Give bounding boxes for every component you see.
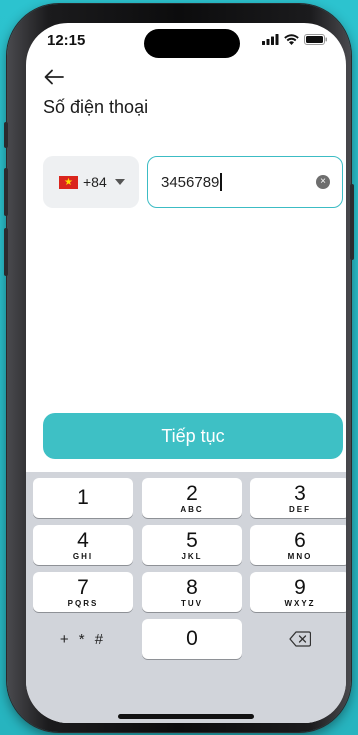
key-digit: 1	[77, 486, 89, 509]
phone-frame: 12:15 Số điện thoại ★ +84 3456789 × Tiếp…	[4, 4, 354, 732]
phone-number-input[interactable]: 3456789 ×	[147, 156, 343, 208]
battery-icon	[304, 34, 327, 45]
volume-up-button	[4, 168, 8, 216]
clear-icon[interactable]: ×	[316, 175, 330, 189]
key-letters: GHI	[72, 551, 94, 561]
power-button	[350, 184, 354, 260]
key-symbols[interactable]: + * #	[33, 619, 133, 659]
key-2[interactable]: 2 ABC	[142, 478, 242, 518]
key-letters: WXYZ	[284, 598, 316, 608]
key-5[interactable]: 5 JKL	[142, 525, 242, 565]
silent-switch	[4, 122, 8, 148]
key-letters: MNO	[287, 551, 313, 561]
key-6[interactable]: 6 MNO	[250, 525, 346, 565]
text-cursor	[220, 173, 222, 191]
key-digit: 4	[77, 528, 89, 552]
backspace-icon	[289, 631, 311, 647]
status-icons	[262, 34, 328, 45]
key-digit: 8	[186, 575, 198, 599]
home-indicator	[118, 714, 254, 719]
key-9[interactable]: 9 WXYZ	[250, 572, 346, 612]
key-digit: 3	[294, 481, 306, 505]
page-title: Số điện thoại	[43, 97, 149, 117]
country-code-label: +84	[83, 174, 107, 190]
continue-button[interactable]: Tiếp tục	[43, 413, 343, 459]
key-0[interactable]: 0	[142, 619, 242, 659]
phone-screen: 12:15 Số điện thoại ★ +84 3456789 × Tiếp…	[26, 23, 346, 723]
signal-icon	[262, 34, 279, 45]
key-digit: 0	[186, 627, 198, 650]
key-digit: 5	[186, 528, 198, 552]
key-4[interactable]: 4 GHI	[33, 525, 133, 565]
key-letters: PQRS	[67, 598, 99, 608]
country-code-select[interactable]: ★ +84	[43, 156, 139, 208]
key-digit: 9	[294, 575, 306, 599]
caret-down-icon	[114, 179, 125, 185]
dynamic-island	[144, 29, 240, 58]
wifi-icon	[284, 34, 299, 45]
status-time: 12:15	[47, 32, 86, 49]
key-3[interactable]: 3 DEF	[250, 478, 346, 518]
volume-down-button	[4, 228, 8, 276]
symbols-label: + * #	[59, 630, 107, 648]
key-letters: JKL	[181, 551, 203, 561]
backspace-key[interactable]	[250, 619, 346, 659]
back-arrow-icon[interactable]	[42, 67, 66, 87]
key-1[interactable]: 1	[33, 478, 133, 518]
key-letters: ABC	[180, 504, 204, 514]
key-digit: 7	[77, 575, 89, 599]
key-8[interactable]: 8 TUV	[142, 572, 242, 612]
key-letters: TUV	[181, 598, 203, 608]
key-7[interactable]: 7 PQRS	[33, 572, 133, 612]
status-bar: 12:15	[26, 23, 346, 67]
phone-number-value: 3456789	[161, 173, 220, 191]
key-letters: DEF	[289, 504, 311, 514]
key-digit: 6	[294, 528, 306, 552]
numeric-keyboard: 1 2 ABC 3 DEF 4 GHI 5 JKL 6 MNO 7 PQRS 8…	[26, 472, 346, 723]
vietnam-flag-icon: ★	[59, 175, 78, 189]
key-digit: 2	[186, 481, 198, 505]
